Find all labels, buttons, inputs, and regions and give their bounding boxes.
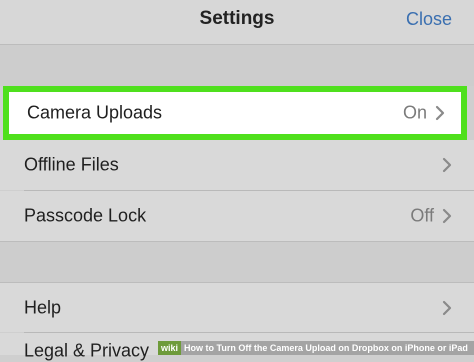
help-label: Help <box>24 297 62 317</box>
passcode-lock-row[interactable]: Passcode Lock Off <box>0 191 474 241</box>
chevron-right-icon <box>435 105 445 121</box>
passcode-lock-value: Off <box>410 205 434 226</box>
close-button[interactable]: Close <box>406 9 452 30</box>
watermark-banner: wiki How to Turn Off the Camera Upload on… <box>158 341 474 355</box>
chevron-right-icon <box>442 208 452 224</box>
camera-uploads-value: On <box>402 102 427 123</box>
offline-files-row[interactable]: Offline Files <box>0 140 474 190</box>
section-spacer <box>0 241 474 282</box>
section-spacer <box>0 45 474 86</box>
camera-uploads-row[interactable]: Camera Uploads On <box>3 86 467 140</box>
navigation-bar: Settings Close <box>0 0 474 45</box>
watermark-caption: How to Turn Off the Camera Upload on Dro… <box>184 343 468 353</box>
wikihow-logo: wiki <box>158 341 182 355</box>
help-row[interactable]: Help <box>0 282 474 332</box>
chevron-right-icon <box>442 157 452 173</box>
chevron-right-icon <box>442 300 452 315</box>
page-title: Settings <box>199 8 275 29</box>
offline-files-label: Offline Files <box>24 154 119 175</box>
camera-uploads-label: Camera Uploads <box>27 102 163 123</box>
legal-privacy-label: Legal & Privacy <box>24 340 150 361</box>
passcode-lock-label: Passcode Lock <box>24 205 147 226</box>
